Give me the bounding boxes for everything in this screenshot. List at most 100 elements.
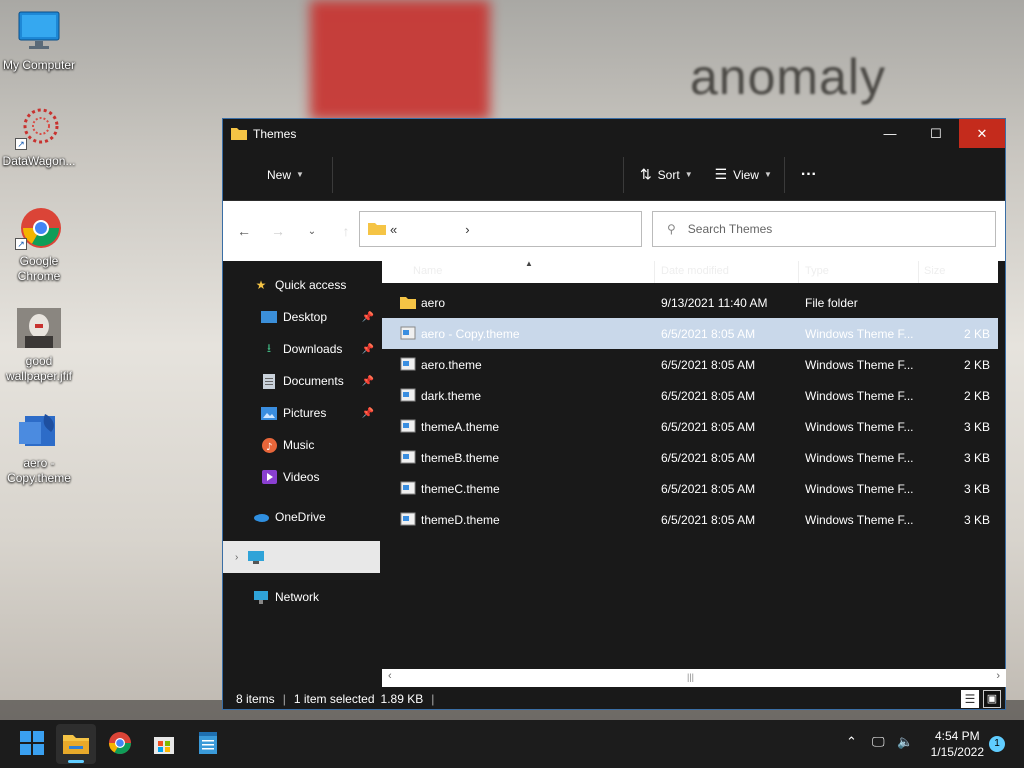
- nav-item-desktop[interactable]: Desktop 📌: [223, 301, 380, 333]
- desktop-icon-label: My Computer: [2, 58, 76, 72]
- desktop-icon-my-computer[interactable]: My Computer: [1, 10, 77, 73]
- document-icon: [261, 373, 277, 389]
- nav-item-videos[interactable]: Videos: [223, 461, 380, 493]
- search-box[interactable]: ⚲ Search Themes: [652, 211, 996, 247]
- file-type: Windows Theme F...: [805, 327, 914, 341]
- desktop-icon-aero-copy-theme[interactable]: aero - Copy.theme: [1, 408, 77, 486]
- scroll-left-icon[interactable]: ‹: [388, 670, 392, 682]
- file-name: themeA.theme: [421, 420, 500, 434]
- maximize-icon: ☐: [930, 125, 942, 141]
- minimize-button[interactable]: —: [867, 119, 913, 148]
- nav-item-downloads[interactable]: ⭳ Downloads 📌: [223, 333, 380, 365]
- column-header-date[interactable]: Date modified: [661, 265, 729, 277]
- sort-up-icon: ▲: [525, 259, 533, 268]
- column-header-size[interactable]: Size: [924, 265, 945, 277]
- column-header-type[interactable]: Type: [805, 265, 829, 277]
- back-arrow-icon: ←: [237, 223, 251, 239]
- taskbar-store[interactable]: [144, 724, 184, 764]
- column-header-name[interactable]: Name: [413, 265, 442, 277]
- file-type: Windows Theme F...: [805, 482, 914, 496]
- network-status-icon[interactable]: 🖵: [872, 734, 885, 750]
- file-date: 6/5/2021 8:05 AM: [661, 420, 756, 434]
- chevron-down-icon: ⌄: [307, 225, 317, 237]
- folder-icon: [63, 732, 89, 757]
- file-rows: aero 9/13/2021 11:40 AM File folder aero - …: [382, 287, 998, 535]
- folder-icon: [231, 126, 247, 143]
- file-date: 6/5/2021 8:05 AM: [661, 513, 756, 527]
- file-size: 3 KB: [963, 513, 990, 527]
- view-button[interactable]: ☰ View ▼: [707, 159, 780, 191]
- details-view-button[interactable]: ☰: [961, 690, 979, 708]
- start-button[interactable]: [12, 724, 52, 764]
- nav-quick-access[interactable]: ★ Quick access: [223, 269, 380, 301]
- folder-icon: [368, 221, 386, 238]
- file-row[interactable]: dark.theme 6/5/2021 8:05 AM Windows Theme …: [382, 380, 998, 411]
- nav-label: Downloads: [283, 342, 343, 356]
- nav-item-documents[interactable]: Documents 📌: [223, 365, 380, 397]
- status-divider: |: [431, 692, 435, 706]
- desktop-icon: [261, 309, 277, 325]
- scrollbar-thumb[interactable]: |||: [687, 672, 694, 682]
- taskbar-file-explorer[interactable]: [56, 724, 96, 764]
- new-button[interactable]: New ▼: [259, 159, 312, 191]
- nav-network[interactable]: Network: [223, 581, 380, 613]
- cloud-icon: [253, 509, 269, 525]
- videos-icon: [261, 469, 277, 485]
- nav-item-pictures[interactable]: Pictures 📌: [223, 397, 380, 429]
- file-row[interactable]: themeA.theme 6/5/2021 8:05 AM Windows Them…: [382, 411, 998, 442]
- more-options-button[interactable]: ···: [793, 159, 825, 191]
- file-row[interactable]: aero 9/13/2021 11:40 AM File folder: [382, 287, 998, 318]
- tiles-view-button[interactable]: ▣: [983, 690, 1001, 708]
- more-icon: ···: [800, 165, 817, 183]
- maximize-button[interactable]: ☐: [913, 119, 959, 148]
- clock[interactable]: 4:54 PM 1/15/2022: [931, 728, 984, 760]
- file-row[interactable]: aero.theme 6/5/2021 8:05 AM Windows Theme …: [382, 349, 998, 380]
- nav-onedrive[interactable]: OneDrive: [223, 501, 380, 533]
- download-icon: ⭳: [266, 340, 272, 355]
- minimize-icon: —: [883, 126, 897, 141]
- nav-label: Network: [275, 590, 320, 604]
- file-explorer-window: Themes — ☐ ✕ New ▼ ⇅ Sort ▼ ☰ View ▼ ··· ← …: [222, 118, 1006, 710]
- recent-locations-button[interactable]: ⌄: [295, 226, 329, 237]
- sort-icon: ⇅: [639, 166, 652, 182]
- theme-file-icon: [400, 388, 416, 405]
- nav-this-pc[interactable]: › This PC: [223, 541, 380, 573]
- file-name: themeB.theme: [421, 451, 500, 465]
- file-row[interactable]: themeD.theme 6/5/2021 8:05 AM Windows Them…: [382, 504, 998, 535]
- forward-button[interactable]: →: [261, 223, 295, 239]
- file-name: dark.theme: [421, 389, 482, 403]
- volume-icon[interactable]: 🔈: [897, 734, 913, 750]
- file-type: Windows Theme F...: [805, 358, 914, 372]
- file-row[interactable]: themeB.theme 6/5/2021 8:05 AM Windows Them…: [382, 442, 998, 473]
- breadcrumb-chevron-icon[interactable]: ›: [465, 222, 469, 237]
- desktop-icon-label: aero - Copy.theme: [7, 456, 71, 485]
- breadcrumb-overflow[interactable]: «: [390, 222, 397, 237]
- scroll-right-icon[interactable]: ›: [996, 670, 1000, 682]
- notification-badge[interactable]: 1: [989, 736, 1005, 752]
- desktop-icon-datawagon[interactable]: ↗ DataWagon...: [1, 106, 77, 169]
- file-size: 2 KB: [963, 389, 990, 403]
- address-bar[interactable]: « ›: [359, 211, 642, 247]
- theme-file-icon: [400, 419, 416, 436]
- theme-file-icon: [15, 408, 63, 452]
- file-size: 3 KB: [963, 451, 990, 465]
- chrome-icon: [108, 731, 132, 758]
- taskbar-notepad[interactable]: [188, 724, 228, 764]
- file-row[interactable]: themeC.theme 6/5/2021 8:05 AM Windows Them…: [382, 473, 998, 504]
- file-row[interactable]: aero - Copy.theme 6/5/2021 8:05 AM Windows…: [382, 318, 998, 349]
- horizontal-scrollbar[interactable]: ‹ ||| ›: [382, 669, 1006, 687]
- up-button[interactable]: ↑: [329, 223, 363, 239]
- taskbar-chrome[interactable]: [100, 724, 140, 764]
- back-button[interactable]: ←: [227, 223, 261, 239]
- search-input[interactable]: Search Themes: [688, 222, 773, 236]
- nav-item-music[interactable]: ♪ Music: [223, 429, 380, 461]
- show-hidden-icons-button[interactable]: ⌃: [846, 734, 857, 750]
- title-bar[interactable]: Themes — ☐ ✕: [223, 119, 1005, 149]
- column-divider: [654, 261, 655, 283]
- sort-button[interactable]: ⇅ Sort ▼: [632, 159, 701, 191]
- close-button[interactable]: ✕: [959, 119, 1005, 148]
- desktop-icon-good-wallpaper[interactable]: good wallpaper.jfif: [1, 306, 77, 384]
- forward-arrow-icon: →: [271, 223, 285, 239]
- file-name: aero: [421, 296, 446, 310]
- desktop-icon-google-chrome[interactable]: ↗ Google Chrome: [1, 206, 77, 284]
